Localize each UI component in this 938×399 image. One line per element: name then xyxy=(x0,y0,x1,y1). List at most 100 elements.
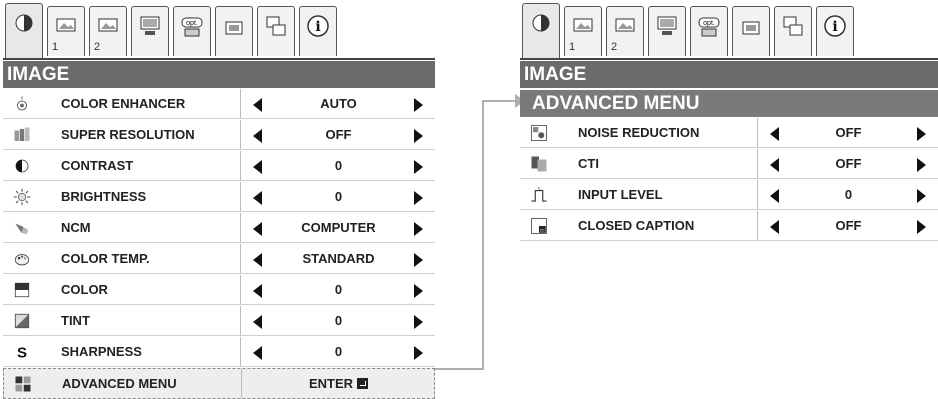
left-arrow-icon[interactable] xyxy=(253,315,262,329)
noise-reduction-icon xyxy=(530,124,548,142)
value-selector: AUTO xyxy=(240,89,436,118)
right-arrow-icon[interactable] xyxy=(414,346,423,360)
left-arrow-icon[interactable] xyxy=(253,222,262,236)
tab-setting-2[interactable]: 2 xyxy=(606,6,644,56)
menu-row-sharpness[interactable]: S SHARPNESS 0 xyxy=(3,337,435,367)
left-arrow-icon[interactable] xyxy=(770,127,779,141)
menu-tab-bar: 1 2 opt. i xyxy=(3,3,337,61)
menu-row-cti[interactable]: CTI OFF xyxy=(520,149,938,179)
left-arrow-icon[interactable] xyxy=(770,189,779,203)
menu-title: IMAGE xyxy=(520,61,938,88)
contrast-icon xyxy=(13,157,31,175)
menu-row-advanced-menu[interactable]: ADVANCED MENU ENTER xyxy=(3,368,435,399)
tab-info[interactable]: i xyxy=(299,6,337,56)
menu-row-tint[interactable]: TINT 0 xyxy=(3,306,435,336)
left-arrow-icon[interactable] xyxy=(253,129,262,143)
option-icon: opt. xyxy=(180,14,204,38)
tab-setting-2[interactable]: 2 xyxy=(89,6,127,56)
tab-option[interactable]: opt. xyxy=(173,6,211,56)
right-arrow-icon[interactable] xyxy=(414,253,423,267)
menu-row-super-resolution[interactable]: SUPER RESOLUTION OFF xyxy=(3,120,435,150)
row-label: INPUT LEVEL xyxy=(578,187,663,202)
row-value: 0 xyxy=(844,187,853,202)
left-arrow-icon[interactable] xyxy=(253,98,262,112)
left-arrow-icon[interactable] xyxy=(253,253,262,267)
tab-setting-1[interactable]: 1 xyxy=(564,6,602,56)
tab-network[interactable] xyxy=(774,6,812,56)
menu-row-brightness[interactable]: BRIGHTNESS 0 xyxy=(3,182,435,212)
installation-icon xyxy=(655,14,679,38)
row-value: 0 xyxy=(334,189,343,204)
row-label: SHARPNESS xyxy=(61,344,142,359)
installation-icon xyxy=(138,14,162,38)
tab-signal[interactable] xyxy=(732,6,770,56)
tab-installation[interactable] xyxy=(648,6,686,56)
color-temp-icon xyxy=(13,250,31,268)
signal-icon xyxy=(222,14,246,38)
right-arrow-icon[interactable] xyxy=(414,284,423,298)
enter-icon xyxy=(357,378,369,389)
tab-setting-1[interactable]: 1 xyxy=(47,6,85,56)
tab-image-adjust[interactable] xyxy=(5,3,43,58)
row-label: CLOSED CAPTION xyxy=(578,218,695,233)
tab-info[interactable]: i xyxy=(816,6,854,56)
row-label: COLOR ENHANCER xyxy=(61,96,186,111)
tab-number: 1 xyxy=(569,41,576,53)
row-label: CTI xyxy=(578,156,599,171)
menu-row-color-temp[interactable]: COLOR TEMP. STANDARD xyxy=(3,244,435,274)
enter-button[interactable]: ENTER xyxy=(241,369,435,398)
value-selector: 0 xyxy=(240,306,436,335)
right-arrow-icon[interactable] xyxy=(414,315,423,329)
menu-row-contrast[interactable]: CONTRAST 0 xyxy=(3,151,435,181)
row-label: NOISE REDUCTION xyxy=(578,125,700,140)
right-arrow-icon[interactable] xyxy=(414,222,423,236)
left-arrow-icon[interactable] xyxy=(253,284,262,298)
right-arrow-icon[interactable] xyxy=(414,129,423,143)
info-icon: i xyxy=(823,14,847,38)
menu-row-closed-caption[interactable]: cc CLOSED CAPTION OFF xyxy=(520,211,938,241)
row-value: OFF xyxy=(835,156,862,171)
value-selector: 0 xyxy=(240,151,436,180)
right-arrow-icon[interactable] xyxy=(917,220,926,234)
svg-text:S: S xyxy=(17,344,27,361)
tab-installation[interactable] xyxy=(131,6,169,56)
left-arrow-icon[interactable] xyxy=(253,346,262,360)
left-arrow-icon[interactable] xyxy=(770,158,779,172)
value-selector: 0 xyxy=(240,275,436,304)
menu-row-input-level[interactable]: .S. INPUT LEVEL 0 xyxy=(520,180,938,210)
value-selector: 0 xyxy=(240,337,436,366)
row-label: COLOR xyxy=(61,282,108,297)
left-arrow-icon[interactable] xyxy=(253,160,262,174)
row-value: OFF xyxy=(835,125,862,140)
tab-network[interactable] xyxy=(257,6,295,56)
tint-icon xyxy=(13,312,31,330)
tab-option[interactable]: opt. xyxy=(690,6,728,56)
right-arrow-icon[interactable] xyxy=(917,158,926,172)
menu-row-ncm[interactable]: NCM COMPUTER xyxy=(3,213,435,243)
row-value: 0 xyxy=(334,344,343,359)
left-arrow-icon[interactable] xyxy=(253,191,262,205)
setting-2-icon xyxy=(613,14,637,38)
row-label: ADVANCED MENU xyxy=(62,376,177,391)
color-enhancer-icon xyxy=(13,95,31,113)
image-adjust-icon xyxy=(529,11,553,35)
right-arrow-icon[interactable] xyxy=(414,98,423,112)
right-arrow-icon[interactable] xyxy=(414,160,423,174)
right-arrow-icon[interactable] xyxy=(414,191,423,205)
tab-image-adjust[interactable] xyxy=(522,3,560,58)
menu-row-noise-reduction[interactable]: NOISE REDUCTION OFF xyxy=(520,118,938,148)
tab-signal[interactable] xyxy=(215,6,253,56)
right-arrow-icon[interactable] xyxy=(917,189,926,203)
row-label: SUPER RESOLUTION xyxy=(61,127,195,142)
menu-tab-bar: 1 2 opt. i xyxy=(520,3,854,61)
row-label: NCM xyxy=(61,220,91,235)
tab-number: 2 xyxy=(611,41,618,53)
left-arrow-icon[interactable] xyxy=(770,220,779,234)
value-selector: OFF xyxy=(757,118,938,147)
menu-connector-arrow xyxy=(435,94,525,370)
input-level-icon: .S. xyxy=(530,186,548,204)
menu-row-color[interactable]: COLOR 0 xyxy=(3,275,435,305)
right-arrow-icon[interactable] xyxy=(917,127,926,141)
menu-row-color-enhancer[interactable]: COLOR ENHANCER AUTO xyxy=(3,89,435,119)
row-value: ENTER xyxy=(242,369,435,399)
